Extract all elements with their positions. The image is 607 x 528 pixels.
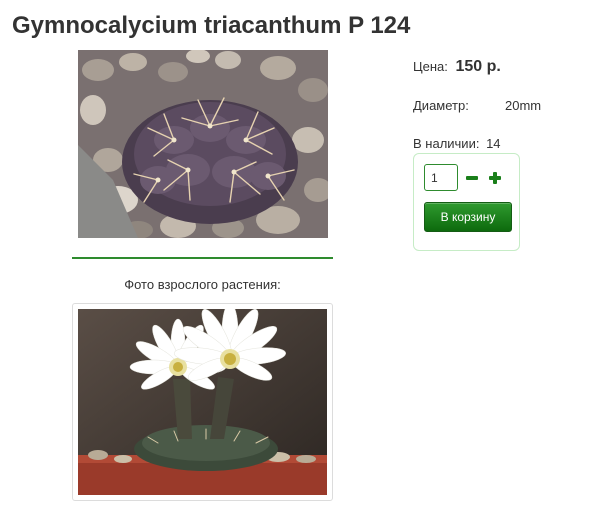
plus-icon[interactable] [487, 170, 503, 186]
add-to-cart-box: В корзину [413, 153, 520, 251]
quantity-input[interactable] [424, 164, 458, 191]
price-label: Цена: [413, 59, 448, 74]
stock-value: 14 [486, 136, 501, 151]
minus-icon[interactable] [464, 170, 480, 186]
product-title: Gymnocalycium triacanthum P 124 [12, 12, 411, 39]
diameter-value: 20mm [505, 98, 542, 113]
flowering-cactus-image [78, 309, 327, 495]
stock-row: В наличии: 14 [413, 136, 501, 151]
adult-photo[interactable] [78, 309, 327, 495]
adult-photo-caption: Фото взрослого растения: [124, 277, 281, 292]
diameter-row: Диаметр: 20mm [413, 98, 541, 113]
adult-photo-frame[interactable] [72, 303, 333, 501]
section-divider [72, 257, 333, 259]
price-row: Цена: 150 р. [413, 58, 501, 76]
product-photo[interactable] [78, 50, 328, 238]
add-to-cart-button[interactable]: В корзину [424, 202, 512, 232]
diameter-label: Диаметр: [413, 98, 469, 113]
cactus-seedling-image [78, 50, 328, 238]
stock-label: В наличии: [413, 136, 480, 151]
price-value: 150 р. [455, 58, 501, 75]
